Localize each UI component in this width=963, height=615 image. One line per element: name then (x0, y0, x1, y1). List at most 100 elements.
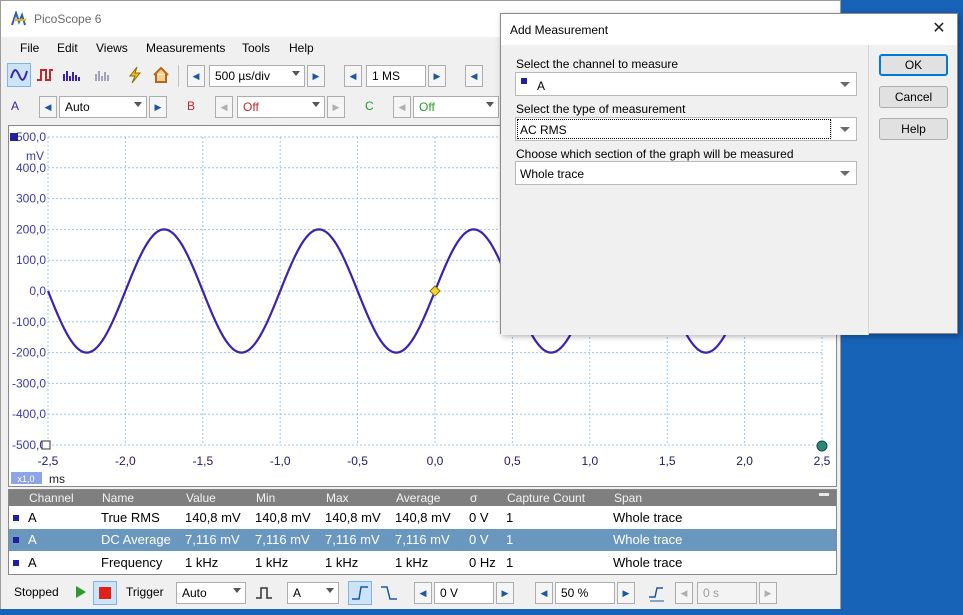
auto-setup-button[interactable] (123, 63, 147, 87)
ok-button[interactable]: OK (879, 54, 948, 76)
type-select-label: Select the type of measurement (516, 102, 686, 116)
scope-mode-button[interactable] (7, 63, 31, 87)
picoscope-logo-icon (11, 11, 26, 26)
falling-edge-icon[interactable] (379, 583, 399, 603)
rising-edge-button[interactable] (348, 581, 372, 605)
pretrigger-field[interactable]: 50 % (555, 582, 615, 604)
channel-a-range-decrease[interactable]: ◀ (39, 96, 57, 118)
timebase-select[interactable]: 500 µs/div (209, 65, 305, 87)
default-setup-button[interactable] (149, 63, 173, 87)
col-max[interactable]: Max (326, 491, 349, 505)
close-icon[interactable]: ✕ (929, 20, 949, 40)
stop-button[interactable] (93, 581, 117, 605)
advanced-trigger-icon[interactable] (255, 585, 273, 601)
samples-field[interactable]: 1 MS (366, 65, 426, 87)
menu-tools[interactable]: Tools (242, 41, 270, 55)
row-value: 7,116 mV (185, 532, 240, 547)
channel-a-range-increase[interactable]: ▶ (149, 96, 167, 118)
trigger-mode-select[interactable]: Auto (176, 582, 246, 604)
delay-increase-button[interactable]: ▶ (759, 582, 777, 604)
col-span[interactable]: Span (614, 491, 642, 505)
bottom-toolbar: Stopped Trigger Auto A ◀ 0 V ▶ ◀ 50 % ▶ … (1, 577, 840, 609)
section-select-label: Choose which section of the graph will b… (516, 147, 794, 161)
channel-a-range-value: Auto (65, 100, 90, 114)
menu-edit[interactable]: Edit (57, 41, 78, 55)
row-channel: A (28, 532, 37, 547)
threshold-field[interactable]: 0 V (434, 582, 494, 604)
delay-icon[interactable] (647, 583, 667, 603)
col-min[interactable]: Min (256, 491, 275, 505)
channel-select[interactable]: A (515, 72, 857, 96)
y-tick-label: 0,0 (29, 284, 46, 298)
channel-a-range-select[interactable]: Auto (59, 96, 147, 118)
channel-c-range-decrease[interactable]: ◀ (393, 96, 411, 118)
x-tick-label: 0,5 (504, 454, 521, 468)
table-row[interactable]: A Frequency 1 kHz 1 kHz 1 kHz 1 kHz 0 Hz… (9, 552, 836, 574)
spectrum-mode-button[interactable] (59, 63, 83, 87)
help-button[interactable]: Help (879, 118, 948, 140)
threshold-increase-button[interactable]: ▶ (496, 582, 514, 604)
trigger-marker-icon (429, 285, 441, 297)
table-row[interactable]: A True RMS 140,8 mV 140,8 mV 140,8 mV 14… (9, 507, 836, 529)
row-value: 140,8 mV (185, 510, 241, 525)
samples-decrease-button[interactable]: ◀ (344, 65, 362, 87)
delay-decrease-button[interactable]: ◀ (675, 582, 693, 604)
timebase-increase-button[interactable]: ▶ (307, 65, 325, 87)
menu-file[interactable]: File (20, 41, 39, 55)
row-name: Frequency (101, 555, 163, 570)
pretrigger-decrease-button[interactable]: ◀ (535, 582, 553, 604)
timebase-decrease-button[interactable]: ◀ (187, 65, 205, 87)
dialog-title-bar: Add Measurement ✕ (501, 14, 957, 45)
add-measurement-dialog: Add Measurement ✕ Select the channel to … (500, 13, 958, 335)
trigger-channel-select[interactable]: A (287, 582, 339, 604)
dialog-form-panel: Select the channel to measure A Select t… (501, 45, 869, 335)
x-tick-label: -2,5 (38, 454, 59, 468)
zoom-badge-label: x1,0 (17, 474, 34, 484)
col-value[interactable]: Value (186, 491, 216, 505)
y-tick-label: 300,0 (16, 192, 46, 206)
measurements-table: Channel Name Value Min Max Average σ Cap… (8, 489, 837, 575)
row-span: Whole trace (613, 510, 683, 525)
col-name[interactable]: Name (102, 491, 134, 505)
delay-field[interactable]: 0 s (697, 582, 757, 604)
persistence-mode-button[interactable] (33, 63, 57, 87)
channel-select-value: A (537, 79, 546, 93)
row-sigma: 0 Hz (469, 555, 496, 570)
table-row-selected[interactable]: A DC Average 7,116 mV 7,116 mV 7,116 mV … (9, 529, 836, 551)
x-tick-label: -1,5 (192, 454, 213, 468)
channel-b-range-increase[interactable]: ▶ (327, 96, 345, 118)
timebase-value: 500 µs/div (215, 69, 270, 83)
col-average[interactable]: Average (396, 491, 440, 505)
col-sigma[interactable]: σ (470, 491, 477, 505)
y-tick-label: 500,0 (16, 130, 46, 144)
pretrigger-increase-button[interactable]: ▶ (617, 582, 635, 604)
trigger-channel-value: A (293, 586, 302, 600)
trigger-mode-value: Auto (182, 586, 207, 600)
capture-status: Stopped (14, 585, 59, 599)
threshold-decrease-button[interactable]: ◀ (414, 582, 432, 604)
graph-section-select[interactable]: Whole trace (515, 161, 857, 185)
menu-views[interactable]: Views (96, 41, 128, 55)
measurement-type-select[interactable]: AC RMS (515, 117, 857, 141)
square-wave-icon (37, 69, 53, 81)
row-count: 1 (506, 555, 514, 570)
col-channel[interactable]: Channel (29, 491, 74, 505)
collapse-icon[interactable] (819, 493, 829, 496)
y-tick-label: -400,0 (12, 407, 46, 421)
waterfall-button[interactable] (91, 63, 115, 87)
chevron-down-icon (840, 127, 850, 132)
cancel-button[interactable]: Cancel (879, 86, 948, 108)
y-tick-label: -100,0 (12, 315, 46, 329)
menu-measurements[interactable]: Measurements (146, 41, 225, 55)
col-capture-count[interactable]: Capture Count (507, 491, 585, 505)
menu-help[interactable]: Help (289, 41, 314, 55)
stop-icon (99, 587, 111, 599)
next-control-button[interactable]: ◀ (465, 65, 483, 87)
start-icon[interactable] (75, 585, 87, 599)
x-tick-label: -2,0 (115, 454, 136, 468)
channel-c-range-select[interactable]: Off (413, 96, 499, 118)
channel-a-label: A (11, 99, 20, 113)
channel-b-range-decrease[interactable]: ◀ (215, 96, 233, 118)
samples-increase-button[interactable]: ▶ (428, 65, 446, 87)
channel-b-range-select[interactable]: Off (237, 96, 325, 118)
